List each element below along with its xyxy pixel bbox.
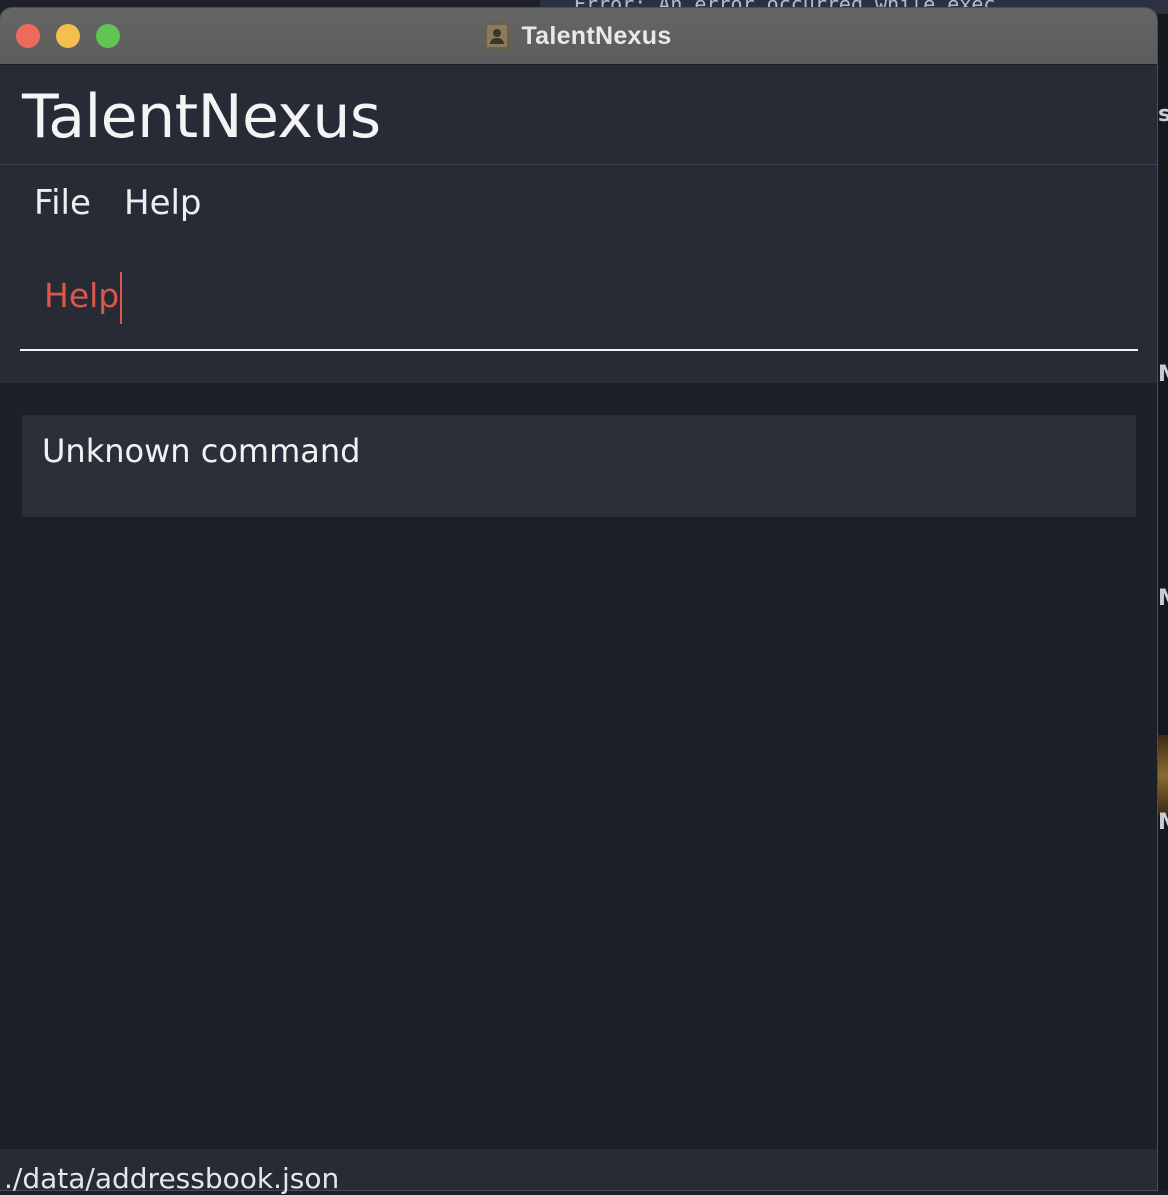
- app-name-heading: TalentNexus: [22, 82, 381, 152]
- command-area: Help: [0, 241, 1157, 383]
- contacts-book-icon: [485, 23, 510, 49]
- command-input-text: Help: [44, 276, 120, 315]
- menu-help[interactable]: Help: [124, 183, 202, 223]
- menu-bar: File Help: [0, 165, 1157, 241]
- status-bar: ./data/addressbook.json: [0, 1149, 1157, 1195]
- background-glyph: M: [1158, 362, 1168, 387]
- app-window: TalentNexus TalentNexus File Help Help U…: [0, 8, 1157, 1190]
- background-image-sliver: [1158, 735, 1168, 815]
- background-glyph: M: [1158, 810, 1168, 835]
- background-glyph: s: [1158, 102, 1168, 127]
- menu-file[interactable]: File: [34, 183, 91, 223]
- window-titlebar[interactable]: TalentNexus: [0, 8, 1157, 65]
- result-section: Unknown command: [0, 383, 1157, 1150]
- status-file-path: ./data/addressbook.json: [4, 1162, 340, 1195]
- background-glyph: M: [1158, 586, 1168, 611]
- window-title-group: TalentNexus: [0, 8, 1157, 64]
- text-cursor: [120, 271, 123, 324]
- window-title: TalentNexus: [521, 21, 672, 50]
- result-display: Unknown command: [22, 415, 1136, 517]
- app-header: TalentNexus: [0, 65, 1157, 165]
- command-input[interactable]: Help: [20, 241, 1138, 351]
